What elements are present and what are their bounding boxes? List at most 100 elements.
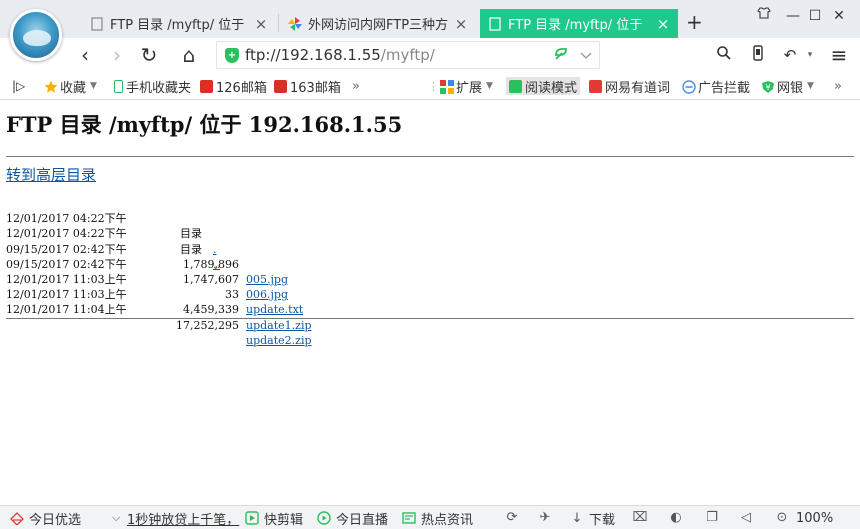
live-button[interactable]: 今日直播 <box>317 510 389 528</box>
phone-icon[interactable] <box>748 45 768 65</box>
mail-126-icon <box>200 79 213 93</box>
tab-label: 外网访问内网FTP三种方 <box>308 18 448 33</box>
user-avatar[interactable] <box>10 9 62 61</box>
bookmark-mobile-favorites[interactable]: 手机收藏夹 <box>114 77 192 96</box>
extensions-button[interactable]: 扩展 ▼ <box>440 77 493 96</box>
tab-ftp-article[interactable]: 外网访问内网FTP三种方 × <box>280 9 476 38</box>
bookmark-163-mail[interactable]: 163邮箱 <box>274 77 341 96</box>
entry-link[interactable]: update2.zip <box>246 333 312 348</box>
entry-link[interactable]: 006.jpg <box>246 287 288 302</box>
bookmark-label: 手机收藏夹 <box>126 80 192 96</box>
quick-clip-button[interactable]: 快剪辑 <box>245 510 303 528</box>
bookmarks-bar: |▷ 收藏 ▼ 手机收藏夹 126邮箱 163邮箱 » ⋮ 扩展 ▼ 阅读模式 … <box>0 72 860 100</box>
url-text[interactable]: ftp://192.168.1.55/myftp/ <box>245 46 435 64</box>
tab-ftp-directory-active[interactable]: FTP 目录 /myftp/ 位于 × <box>480 9 678 38</box>
screenshot-icon[interactable]: ⌧ <box>632 510 648 526</box>
today-pick-label: 今日优选 <box>29 512 82 528</box>
ad-block-label: 广告拦截 <box>698 80 751 96</box>
entry-size: 33 <box>225 288 239 302</box>
back-button[interactable]: ‹ <box>72 42 98 68</box>
chevron-down-icon: ▼ <box>90 81 97 91</box>
undo-dropdown-icon[interactable]: ▾ <box>800 45 820 65</box>
entry-kind: 目录 <box>180 242 202 256</box>
chevron-down-icon: ▼ <box>486 81 493 91</box>
youdao-icon <box>589 79 602 93</box>
yuan-icon: ¥ <box>761 80 774 93</box>
svg-text:¥: ¥ <box>765 83 770 92</box>
home-button[interactable]: ⌂ <box>176 42 202 68</box>
url-path: /myftp/ <box>380 46 435 64</box>
tab-close-icon[interactable]: × <box>454 15 468 33</box>
list-item: 12/01/2017 11:03上午 33 update.txt <box>6 257 303 316</box>
ad-block-button[interactable]: 广告拦截 <box>682 77 751 96</box>
zoom-icon[interactable]: ⊙ <box>774 510 790 526</box>
reader-mode-label: 阅读模式 <box>525 80 578 96</box>
download-button[interactable]: ↓ 下载 <box>570 510 616 528</box>
reload-button[interactable]: ↻ <box>136 42 162 68</box>
tab-label: FTP 目录 /myftp/ 位于 <box>508 18 643 33</box>
bookmark-126-mail[interactable]: 126邮箱 <box>200 77 267 96</box>
minimize-button[interactable]: — <box>783 6 803 26</box>
online-banking-label: 网银 <box>777 80 804 96</box>
directory-listing: 12/01/2017 04:22下午 目录 . 12/01/2017 04:22… <box>6 196 312 347</box>
online-banking-button[interactable]: ¥ 网银 ▼ <box>761 77 814 96</box>
url-host: ftp://192.168.1.55 <box>245 46 381 64</box>
url-dropdown-icon[interactable] <box>579 45 593 69</box>
today-pick-button[interactable]: 今日优选 <box>10 510 82 528</box>
play-icon <box>317 511 331 525</box>
youdao-dictionary-button[interactable]: 网易有道词 <box>589 77 671 96</box>
main-menu-button[interactable]: ≡ <box>829 45 849 65</box>
search-icon[interactable] <box>714 45 734 65</box>
refresh-icon[interactable]: ⟳ <box>504 510 520 526</box>
entry-link[interactable]: update1.zip <box>246 318 312 333</box>
entry-link[interactable]: . <box>213 242 217 257</box>
pin-icon[interactable]: ✈ <box>537 510 553 526</box>
tab-divider <box>278 14 279 32</box>
bookmark-favorites[interactable]: 收藏 ▼ <box>44 77 97 96</box>
list-item: 12/01/2017 04:22下午 目录 .. <box>6 211 220 270</box>
reader-mode-button[interactable]: 阅读模式 <box>506 77 581 96</box>
star-icon <box>44 80 58 93</box>
sound-icon[interactable]: ◁ <box>738 510 754 526</box>
tab-ftp-directory-1[interactable]: FTP 目录 /myftp/ 位于 × <box>82 9 276 38</box>
hot-news-button[interactable]: 热点资讯 <box>402 510 473 528</box>
night-mode-icon[interactable]: ◐ <box>668 510 684 526</box>
new-tab-button[interactable]: + <box>686 10 703 34</box>
address-bar[interactable]: + ftp://192.168.1.55/myftp/ <box>216 41 600 69</box>
speed-mode-icon[interactable] <box>553 46 569 66</box>
live-label: 今日直播 <box>336 512 389 528</box>
zoom-level[interactable]: 100% <box>796 510 833 526</box>
news-icon <box>402 511 416 525</box>
bookmark-label: 126邮箱 <box>216 80 267 96</box>
window-icon[interactable]: ❐ <box>704 510 720 526</box>
parent-directory-link[interactable]: 转到高层目录 <box>6 164 96 185</box>
mobile-icon <box>114 79 123 93</box>
download-icon: ↓ <box>571 511 583 526</box>
entry-link[interactable]: 005.jpg <box>246 272 288 287</box>
tab-close-icon[interactable]: × <box>254 15 268 33</box>
page-icon <box>488 16 502 31</box>
news-ticker[interactable]: ⌵ 1秒钟放贷上千笔， <box>112 510 239 528</box>
bookmarks-more-button[interactable]: » <box>352 77 360 95</box>
sidebar-toggle-button[interactable]: |▷ <box>12 77 25 95</box>
toolbar-more-button[interactable]: » <box>834 77 842 95</box>
tab-label: FTP 目录 /myftp/ 位于 <box>110 18 245 33</box>
status-bar: 今日优选 ⌵ 1秒钟放贷上千笔， 快剪辑 今日直播 热点资讯 ⟳ ✈ ↓ 下载 … <box>0 505 860 529</box>
close-window-button[interactable]: ✕ <box>829 6 849 26</box>
tab-close-icon[interactable]: × <box>656 15 670 33</box>
maximize-button[interactable]: ☐ <box>805 6 825 26</box>
ad-block-icon <box>682 79 696 94</box>
entry-link[interactable]: update.txt <box>246 302 303 317</box>
forward-button[interactable]: › <box>104 42 130 68</box>
bookmark-label: 163邮箱 <box>290 80 341 96</box>
undo-close-tab-button[interactable]: ↶ <box>780 45 800 65</box>
avatar-image <box>23 30 51 46</box>
gift-icon <box>10 511 24 526</box>
page-content: FTP 目录 /myftp/ 位于 192.168.1.55 转到高层目录 12… <box>0 100 860 500</box>
skin-icon[interactable] <box>754 6 774 26</box>
bookmarks-divider-handle: ⋮ <box>428 79 439 93</box>
download-label: 下载 <box>589 512 616 528</box>
list-item: 09/15/2017 02:42下午 1,747,607 006.jpg <box>6 242 288 301</box>
entry-size: 4,459,339 <box>183 303 239 317</box>
youdao-label: 网易有道词 <box>605 80 671 96</box>
